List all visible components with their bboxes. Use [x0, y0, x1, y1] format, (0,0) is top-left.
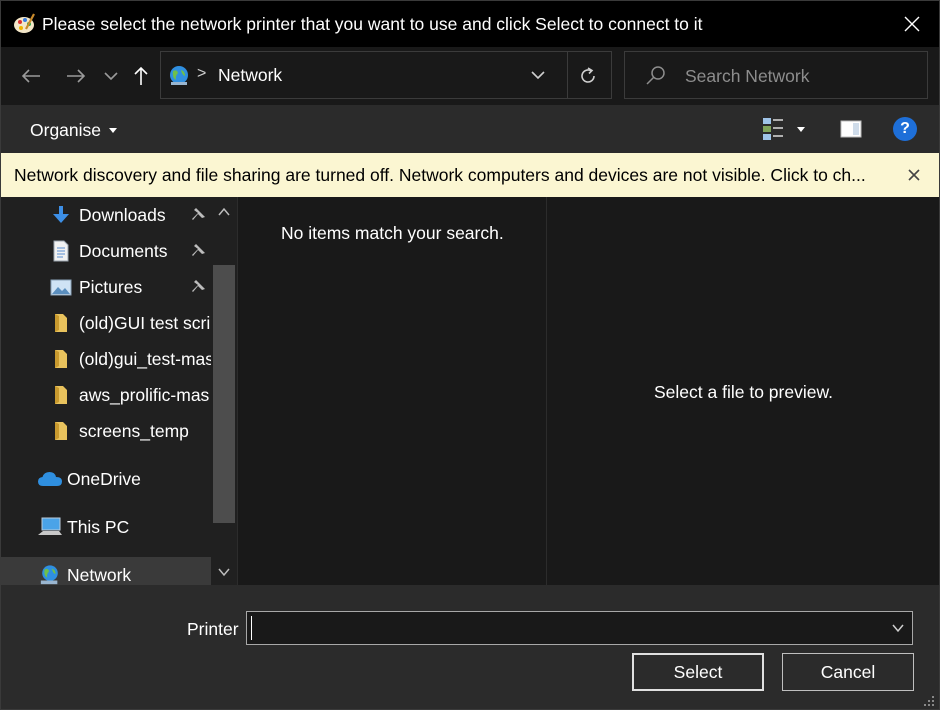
close-icon [908, 169, 920, 181]
printer-label: Printer [187, 619, 239, 639]
chevron-down-icon[interactable] [891, 621, 905, 635]
arrow-right-icon [67, 69, 86, 83]
breadcrumb-separator: > [197, 65, 207, 82]
sidebar-item-network[interactable]: Network [1, 557, 211, 585]
network-discovery-infobar[interactable]: Network discovery and file sharing are t… [1, 153, 939, 197]
computer-icon [38, 517, 62, 535]
printer-combobox[interactable] [246, 611, 913, 645]
view-dropdown-icon[interactable] [797, 127, 805, 132]
network-globe-icon [170, 66, 188, 85]
preview-message: Select a file to preview. [654, 382, 833, 402]
empty-results-message: No items match your search. [281, 223, 504, 243]
caret-down-icon [109, 128, 118, 133]
search-input[interactable] [685, 64, 915, 88]
folder-icon [55, 386, 67, 404]
refresh-icon [581, 67, 595, 83]
close-button[interactable] [899, 11, 925, 37]
view-options-icon[interactable] [761, 116, 787, 142]
sidebar-item-folder[interactable]: (old)GUI test scri [1, 305, 211, 341]
sidebar-item-label: Downloads [79, 204, 166, 225]
folder-icon [55, 422, 67, 440]
sidebar-scrollbar[interactable] [211, 197, 237, 585]
folder-icon [55, 350, 67, 368]
preview-pane-icon[interactable] [839, 117, 863, 141]
sidebar-item-label: aws_prolific-mas [79, 384, 210, 405]
title-bar: Please select the network printer that y… [1, 1, 939, 47]
arrow-up-icon [134, 66, 148, 85]
sidebar-item-label: Documents [79, 240, 168, 261]
search-box[interactable] [624, 51, 928, 99]
recent-locations-button[interactable] [98, 63, 124, 89]
printer-select-dialog: Please select the network printer that y… [0, 0, 940, 710]
preview-pane: Select a file to preview. [546, 197, 939, 585]
chevron-down-icon [104, 72, 118, 81]
sidebar-item-folder[interactable]: (old)gui_test-mas [1, 341, 211, 377]
resize-grip-icon[interactable] [923, 695, 935, 707]
pin-icon [192, 244, 205, 256]
folder-icon [55, 314, 67, 332]
sidebar-item-onedrive[interactable]: OneDrive [1, 461, 211, 497]
sidebar-item-label: This PC [67, 516, 130, 537]
infobar-close-button[interactable] [904, 165, 924, 185]
sidebar-item-label: (old)GUI test scri [79, 312, 211, 333]
download-arrow-icon [53, 206, 69, 223]
sidebar-item-label: OneDrive [67, 468, 141, 489]
network-globe-icon [40, 565, 58, 585]
select-button[interactable]: Select [632, 653, 764, 691]
address-dropdown-button[interactable] [527, 64, 549, 86]
command-toolbar: Organise ? [1, 105, 939, 153]
infobar-message[interactable]: Network discovery and file sharing are t… [14, 165, 884, 186]
organise-label: Organise [30, 120, 102, 140]
address-bar[interactable]: > Network [160, 51, 612, 99]
sidebar-item-this-pc[interactable]: This PC [1, 509, 211, 545]
address-divider [567, 52, 568, 98]
sidebar-item-folder[interactable]: aws_prolific-mas [1, 377, 211, 413]
breadcrumb-network[interactable]: Network [218, 65, 282, 86]
cancel-button[interactable]: Cancel [782, 653, 914, 691]
navigation-pane: Downloads Documents Pictures (old)GUI te… [1, 197, 237, 585]
scroll-up-arrow-icon[interactable] [217, 205, 231, 219]
sidebar-item-label: (old)gui_test-mas [78, 348, 211, 369]
dialog-footer: Printer Select Cancel [1, 585, 939, 709]
search-icon [646, 66, 665, 85]
printer-input[interactable] [251, 616, 871, 640]
sidebar-item-documents[interactable]: Documents [1, 233, 211, 269]
pin-icon [192, 280, 205, 292]
sidebar-item-downloads[interactable]: Downloads [1, 197, 211, 233]
sidebar-item-label: Network [67, 564, 132, 585]
arrow-left-icon [21, 69, 40, 83]
scroll-thumb[interactable] [213, 265, 235, 523]
close-icon [904, 16, 920, 32]
chevron-down-icon [531, 71, 545, 80]
scroll-down-arrow-icon[interactable] [217, 565, 231, 579]
pictures-icon [50, 279, 72, 296]
organise-menu-button[interactable]: Organise [30, 120, 118, 141]
forward-button[interactable] [63, 63, 89, 89]
sidebar-item-pictures[interactable]: Pictures [1, 269, 211, 305]
paint-palette-icon [14, 13, 35, 33]
window-title: Please select the network printer that y… [42, 13, 703, 34]
back-button[interactable] [18, 63, 44, 89]
pin-icon [192, 208, 205, 220]
help-button[interactable]: ? [893, 117, 917, 141]
sidebar-item-label: Pictures [79, 276, 143, 297]
file-list-pane[interactable]: No items match your search. [237, 197, 546, 585]
sidebar-item-label: screens_temp [79, 420, 189, 441]
up-button[interactable] [128, 63, 154, 89]
refresh-button[interactable] [575, 63, 601, 89]
sidebar-item-folder[interactable]: screens_temp [1, 413, 211, 449]
cloud-icon [38, 472, 62, 486]
document-icon [53, 240, 69, 262]
